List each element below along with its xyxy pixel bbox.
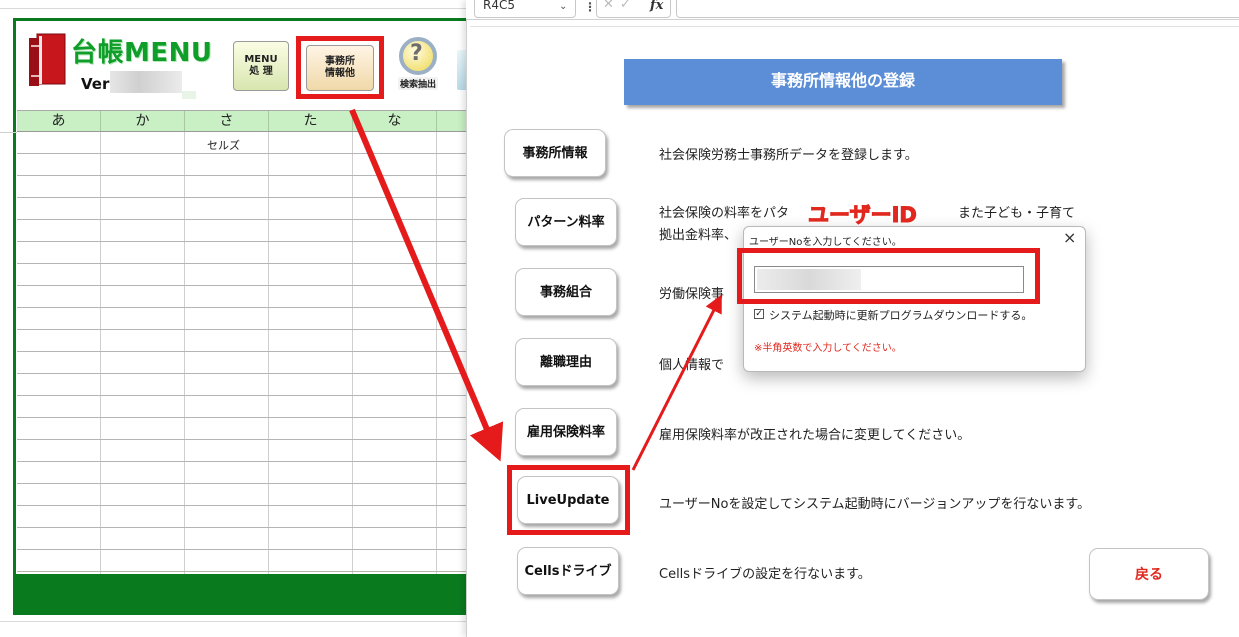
column-ka[interactable]: か [101,111,185,131]
dialog-title: ユーザーNoを入力してください。 [749,237,902,248]
office-tile-highlight [296,36,384,99]
rate-pattern-button[interactable]: パターン料率 [515,198,617,246]
sheet-bottom-rule [0,621,466,622]
question-mark-icon: ? [410,41,423,66]
version-number-redacted [110,71,182,93]
user-no-input-highlight [737,248,1040,304]
client-grid[interactable] [17,132,466,574]
version-number-redacted-tail [182,91,196,99]
liveupdate-highlight [507,465,630,535]
office-info-button[interactable]: 事務所情報 [504,129,606,177]
auto-download-checkbox[interactable]: ✓ [754,309,764,319]
chevron-down-icon[interactable]: ⌄ [559,1,567,12]
grid-cell[interactable]: セルズ [207,137,240,153]
column-na[interactable]: な [353,111,437,131]
form-top-rule [470,26,1239,27]
menu-process-tile[interactable]: MENU 処 理 [233,41,289,91]
ledger-footer-bar [13,574,466,615]
ledger-title: 台帳MENU [71,38,213,68]
resignation-reason-description: 個人情報で [659,358,725,373]
search-extract-label[interactable]: 検索抽出 [398,77,439,90]
close-icon[interactable]: × [1063,228,1076,247]
labor-association-description: 労働保険事 [659,287,725,302]
cells-drive-button[interactable]: Cellsドライブ [517,547,619,595]
cells-drive-description: Cellsドライブの設定を行ないます。 [659,567,871,582]
user-id-annotation: ユーザーID [808,203,918,228]
insert-function-button[interactable]: fx [650,0,663,13]
input-format-note: ※半角英数で入力してください。 [754,343,902,354]
kana-column-header: あ か さ た な [17,110,466,132]
menu-tile-line2: 処 理 [249,66,273,77]
rate-pattern-description-line2: 拠出金料率、 [659,228,738,243]
grid-row-rule [0,132,17,133]
column-ta[interactable]: た [269,111,353,131]
sheet-top-rule [0,8,466,9]
next-tile-partial[interactable] [457,50,466,90]
rate-pattern-description-tail: また子ども・子育て [958,206,1076,221]
employment-insurance-rate-button[interactable]: 雇用保険料率 [515,408,617,456]
labor-association-button[interactable]: 事務組合 [515,268,617,316]
menu-tile-line1: MENU [244,54,278,65]
more-options-icon[interactable]: ⋮ [584,0,596,14]
version-label: Ver [81,75,110,93]
rate-pattern-description-line1: 社会保険の料率をパタ [659,206,790,221]
auto-download-label[interactable]: システム起動時に更新プログラムダウンロードする。 [769,307,1032,323]
book-icon [29,33,66,86]
back-button[interactable]: 戻る [1089,548,1209,600]
column-a[interactable]: あ [17,111,101,131]
employment-insurance-rate-description: 雇用保険料率が改正された場合に変更してください。 [659,428,971,443]
resignation-reason-button[interactable]: 離職理由 [515,338,617,386]
liveupdate-description: ユーザーNoを設定してシステム起動時にバージョンアップを行ないます。 [659,497,1091,512]
form-title: 事務所情報他の登録 [624,59,1062,105]
column-sa[interactable]: さ [185,111,269,131]
formula-input[interactable] [676,0,1239,18]
office-info-description: 社会保険労務士事務所データを登録します。 [659,148,918,163]
